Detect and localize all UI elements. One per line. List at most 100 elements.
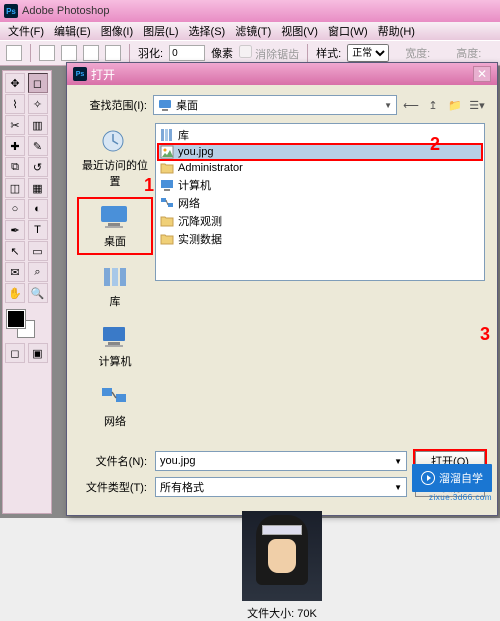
back-icon[interactable]: ⟵ xyxy=(403,97,419,113)
desktop-icon xyxy=(158,98,172,112)
pen-tool[interactable]: ✒ xyxy=(5,220,25,240)
style-label: 样式: xyxy=(316,45,341,61)
menu-select[interactable]: 选择(S) xyxy=(185,22,230,40)
list-item[interactable]: 沉降观测 xyxy=(158,212,482,230)
dodge-tool[interactable]: ◐ xyxy=(28,199,48,219)
close-icon[interactable]: ✕ xyxy=(473,66,491,82)
selection-subtract-icon[interactable] xyxy=(83,45,99,61)
slice-tool[interactable]: ▥ xyxy=(28,115,48,135)
width-label: 宽度: xyxy=(405,45,430,61)
quickmask-tool[interactable]: ◻ xyxy=(5,343,25,363)
list-item[interactable]: Administrator xyxy=(158,160,482,176)
brush-tool[interactable]: ✎ xyxy=(28,136,48,156)
style-select[interactable]: 正常 xyxy=(347,44,389,62)
menu-image[interactable]: 图像(I) xyxy=(97,22,137,40)
filename-input[interactable]: you.jpg ▼ xyxy=(155,451,407,471)
notes-tool[interactable]: ✉ xyxy=(5,262,25,282)
look-in-combo[interactable]: 桌面 ▼ xyxy=(153,95,397,115)
filesize-value: 70K xyxy=(297,608,317,620)
history-brush-tool[interactable]: ↺ xyxy=(28,157,48,177)
move-tool[interactable]: ✥ xyxy=(5,73,25,93)
recent-icon xyxy=(99,127,131,155)
network-icon xyxy=(99,383,131,411)
heal-tool[interactable]: ✚ xyxy=(5,136,25,156)
dialog-title: 打开 xyxy=(91,66,115,83)
color-swatches[interactable] xyxy=(5,308,49,342)
look-in-label: 查找范围(I): xyxy=(79,97,147,113)
zoom-tool[interactable]: 🔍 xyxy=(28,283,48,303)
new-folder-icon[interactable]: 📁 xyxy=(447,97,463,113)
selection-intersect-icon[interactable] xyxy=(105,45,121,61)
menu-view[interactable]: 视图(V) xyxy=(277,22,322,40)
menubar: 文件(F) 编辑(E) 图像(I) 图层(L) 选择(S) 滤镜(T) 视图(V… xyxy=(0,22,500,40)
type-tool[interactable]: T xyxy=(28,220,48,240)
selection-new-icon[interactable] xyxy=(39,45,55,61)
dialog-titlebar[interactable]: Ps 打开 ✕ xyxy=(67,63,497,85)
watermark-url: zixue.3d66.com xyxy=(429,493,492,502)
blur-tool[interactable]: ○ xyxy=(5,199,25,219)
gradient-tool[interactable]: ▦ xyxy=(28,178,48,198)
marquee-tool[interactable]: ◻ xyxy=(28,73,48,93)
computer-icon xyxy=(99,323,131,351)
filetype-select[interactable]: 所有格式 ▼ xyxy=(155,477,407,497)
computer-icon xyxy=(160,178,174,192)
places-bar: 最近访问的位置 桌面 库 计算机 网络 xyxy=(79,123,151,433)
app-title: Adobe Photoshop xyxy=(22,5,109,17)
library-icon xyxy=(160,128,174,142)
place-network[interactable]: 网络 xyxy=(79,379,151,433)
list-item[interactable]: 实测数据 xyxy=(158,230,482,248)
open-dialog: Ps 打开 ✕ 查找范围(I): 桌面 ▼ ⟵ ↥ 📁 ☰▾ 最近访问的位置 xyxy=(66,62,498,516)
chevron-down-icon: ▼ xyxy=(394,483,402,492)
look-in-value: 桌面 xyxy=(176,97,198,113)
libraries-icon xyxy=(99,263,131,291)
place-recent[interactable]: 最近访问的位置 xyxy=(79,123,151,193)
menu-filter[interactable]: 滤镜(T) xyxy=(231,22,275,40)
crop-tool[interactable]: ✂ xyxy=(5,115,25,135)
preview-thumbnail xyxy=(242,511,322,601)
eraser-tool[interactable]: ◫ xyxy=(5,178,25,198)
menu-window[interactable]: 窗口(W) xyxy=(324,22,372,40)
app-titlebar: Ps Adobe Photoshop xyxy=(0,0,500,22)
selection-add-icon[interactable] xyxy=(61,45,77,61)
feather-label: 羽化: xyxy=(138,45,163,61)
image-file-icon xyxy=(160,145,174,159)
photoshop-icon: Ps xyxy=(4,4,18,18)
network-icon xyxy=(160,196,174,210)
filename-label: 文件名(N): xyxy=(79,453,147,469)
chevron-down-icon: ▼ xyxy=(394,457,402,466)
callout-1: 1 xyxy=(144,175,154,196)
path-tool[interactable]: ↖ xyxy=(5,241,25,261)
screenmode-tool[interactable]: ▣ xyxy=(28,343,48,363)
place-desktop[interactable]: 桌面 xyxy=(79,199,151,253)
shape-tool[interactable]: ▭ xyxy=(28,241,48,261)
folder-icon xyxy=(160,161,174,175)
folder-icon xyxy=(160,232,174,246)
tool-preset-icon[interactable] xyxy=(6,45,22,61)
wand-tool[interactable]: ✧ xyxy=(28,94,48,114)
list-item[interactable]: 网络 xyxy=(158,194,482,212)
menu-file[interactable]: 文件(F) xyxy=(4,22,48,40)
foreground-swatch[interactable] xyxy=(7,310,25,328)
place-computer[interactable]: 计算机 xyxy=(79,319,151,373)
list-item[interactable]: 计算机 xyxy=(158,176,482,194)
hand-tool[interactable]: ✋ xyxy=(5,283,25,303)
stamp-tool[interactable]: ⧉ xyxy=(5,157,25,177)
view-menu-icon[interactable]: ☰▾ xyxy=(469,97,485,113)
desktop-icon xyxy=(99,203,131,231)
callout-3: 3 xyxy=(480,324,490,345)
antialias-checkbox[interactable]: 消除锯齿 xyxy=(239,45,299,62)
menu-edit[interactable]: 编辑(E) xyxy=(50,22,95,40)
menu-layer[interactable]: 图层(L) xyxy=(139,22,182,40)
lasso-tool[interactable]: ⌇ xyxy=(5,94,25,114)
feather-unit: 像素 xyxy=(211,45,233,61)
up-icon[interactable]: ↥ xyxy=(425,97,441,113)
height-label: 高度: xyxy=(456,45,481,61)
preview-area: 文件大小: 70K xyxy=(79,511,485,621)
feather-input[interactable] xyxy=(169,45,205,61)
menu-help[interactable]: 帮助(H) xyxy=(374,22,419,40)
callout-2: 2 xyxy=(430,134,440,155)
place-libraries[interactable]: 库 xyxy=(79,259,151,313)
play-icon xyxy=(421,471,435,485)
eyedropper-tool[interactable]: ⌕ xyxy=(28,262,48,282)
chevron-down-icon: ▼ xyxy=(384,101,392,110)
